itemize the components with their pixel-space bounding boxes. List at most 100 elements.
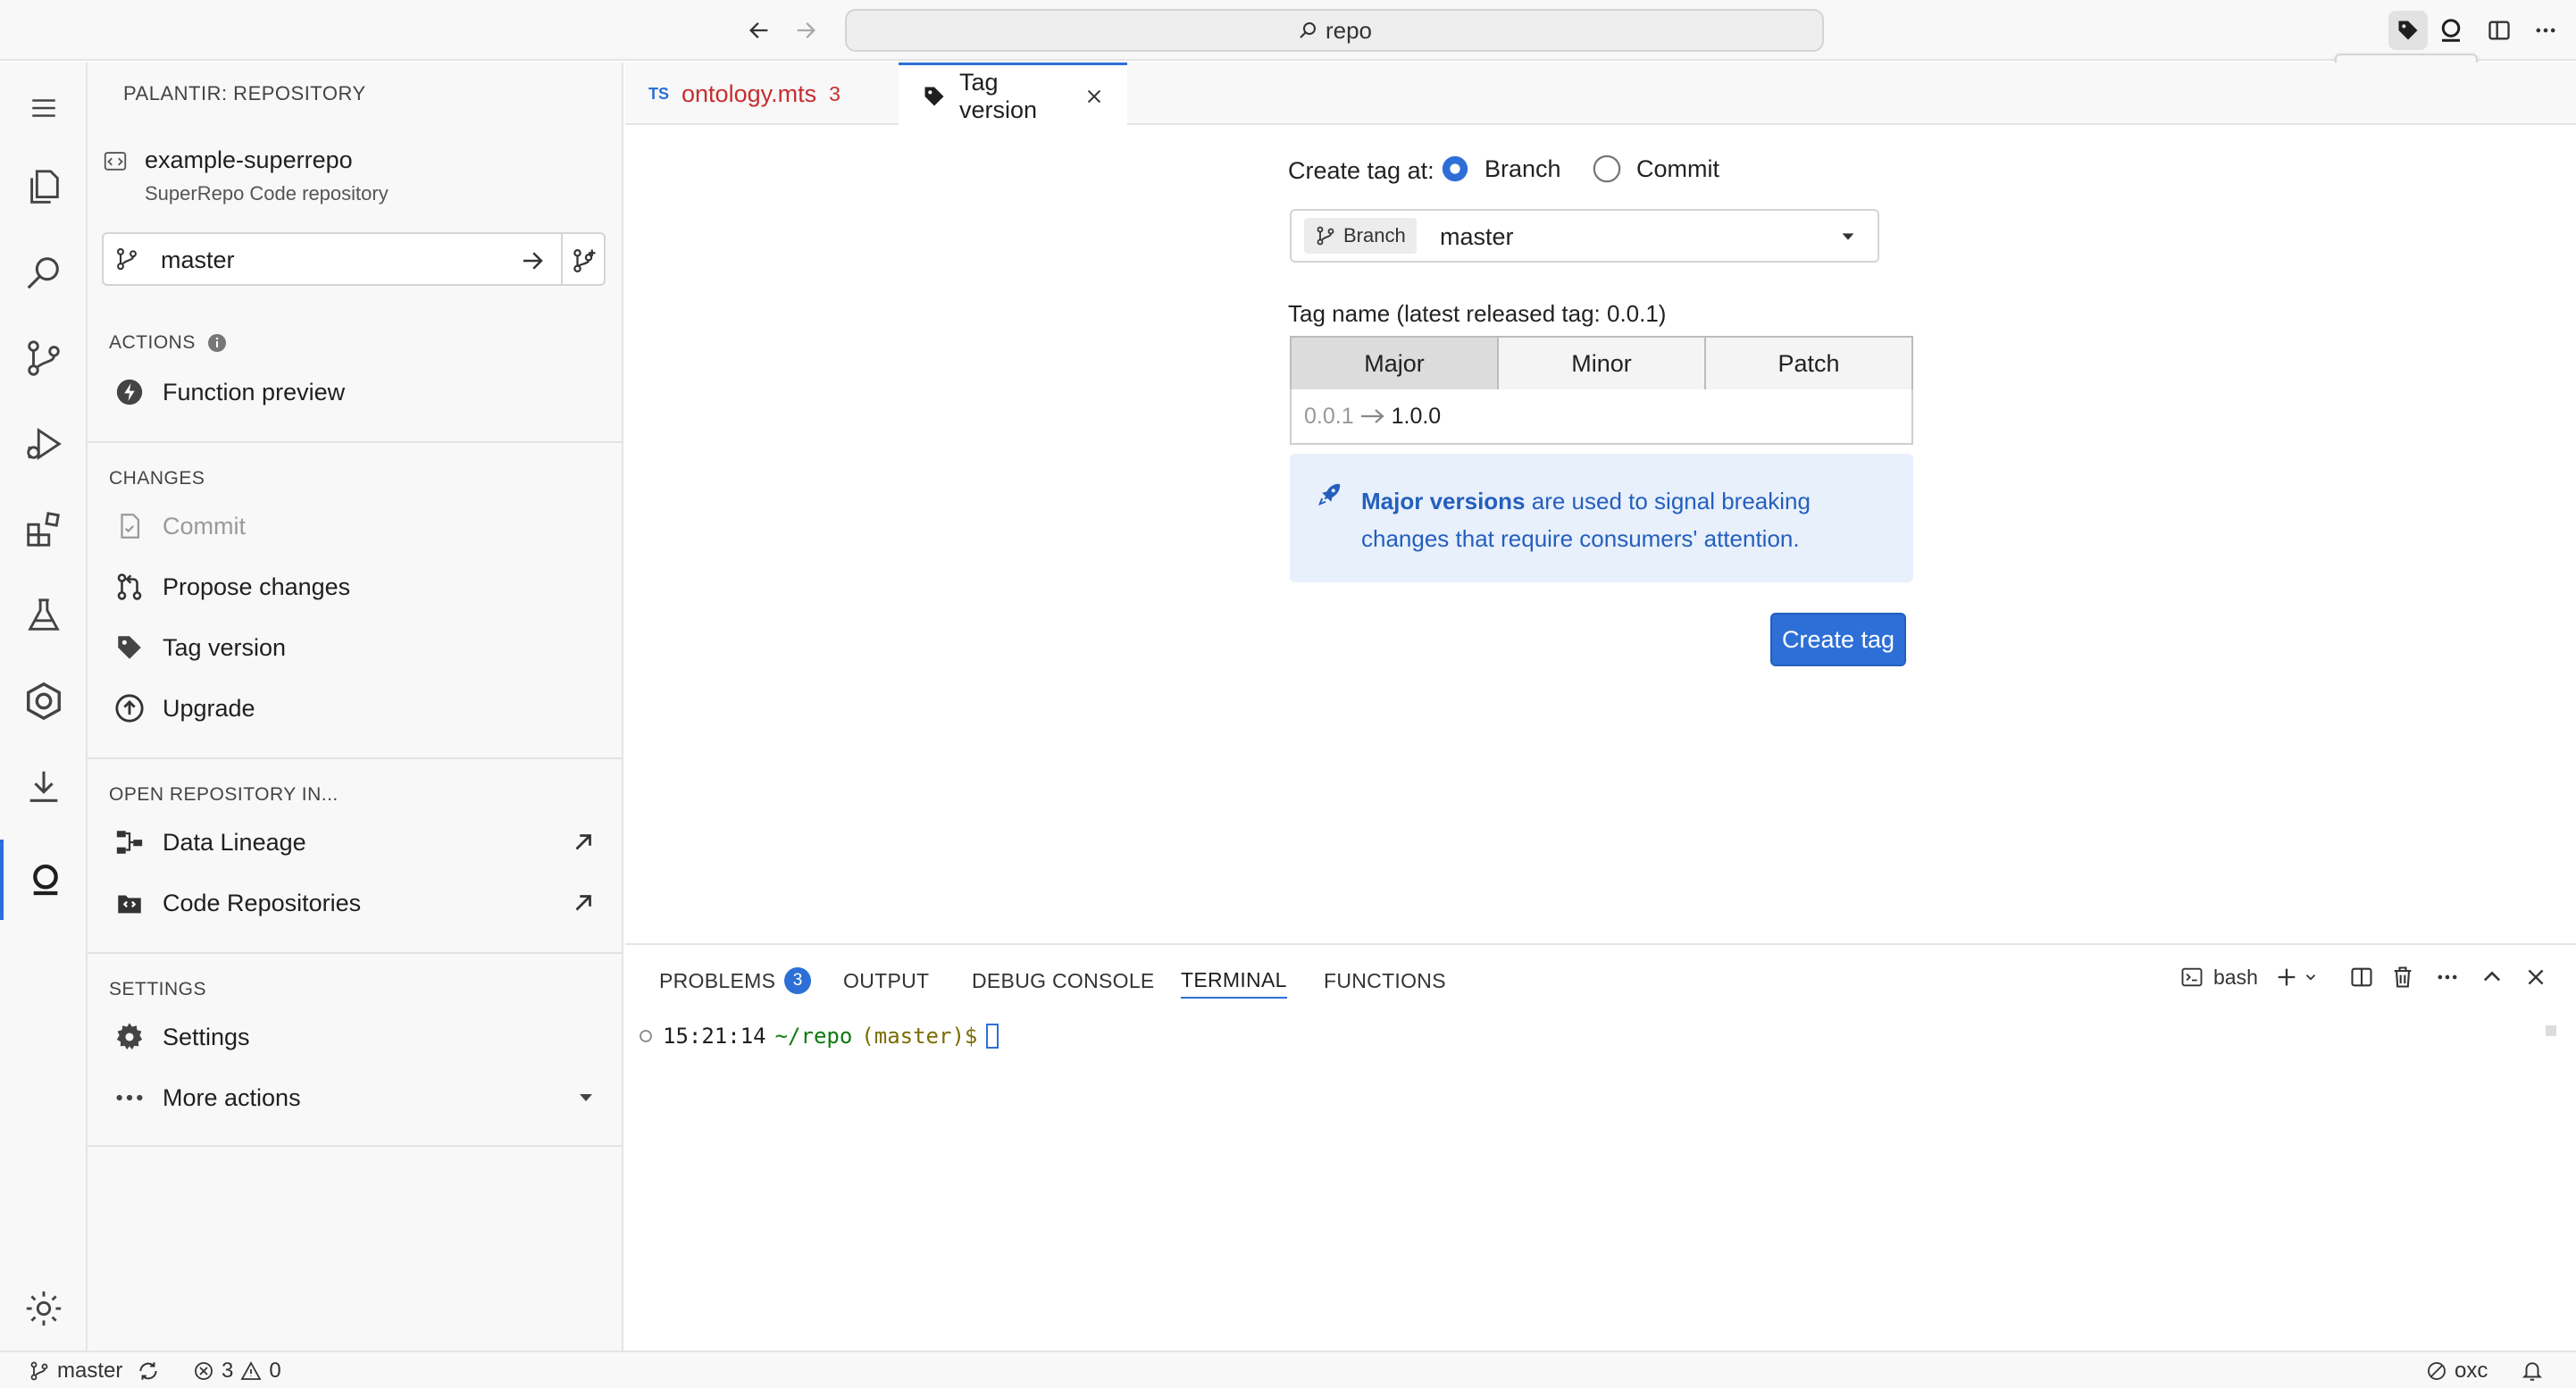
major-version-callout: Major versions are used to signal breaki… — [1290, 454, 1913, 582]
external-link-icon — [570, 890, 597, 916]
close-panel-icon[interactable] — [2524, 959, 2547, 995]
git-branch-icon — [1315, 225, 1336, 247]
tag-version-toolbar-icon[interactable] — [2388, 11, 2428, 50]
new-terminal-icon[interactable] — [2274, 959, 2319, 995]
warning-icon — [240, 1360, 262, 1382]
activity-bar — [0, 63, 88, 1350]
sidebar-title: PALANTIR: REPOSITORY — [123, 82, 366, 105]
download-icon[interactable] — [0, 747, 88, 827]
actions-section-title: ACTIONS — [109, 332, 228, 354]
search-icon[interactable] — [0, 232, 88, 313]
terminal-time: 15:21:14 — [663, 1024, 766, 1049]
panel-tab-output[interactable]: OUTPUT — [843, 963, 929, 999]
settings-gear-icon[interactable] — [0, 1268, 88, 1349]
status-branch[interactable]: master — [29, 1356, 160, 1386]
terminal-branch: (master)$ — [861, 1024, 978, 1049]
menu-icon[interactable] — [0, 68, 88, 148]
function-preview-item[interactable]: Function preview — [114, 377, 345, 407]
more-options-icon[interactable] — [2526, 11, 2565, 50]
disabled-circle-icon — [2426, 1360, 2447, 1382]
problems-badge: 3 — [784, 967, 812, 994]
command-search-box[interactable]: repo — [845, 9, 1824, 52]
notifications-bell-icon[interactable] — [2521, 1356, 2544, 1386]
code-repo-icon — [114, 888, 145, 918]
new-version: 1.0.0 — [1391, 403, 1442, 429]
radio-branch[interactable]: Branch — [1440, 154, 1561, 184]
upgrade-item[interactable]: Upgrade — [114, 693, 255, 723]
explorer-files-icon[interactable] — [0, 146, 88, 227]
run-debug-icon[interactable] — [0, 404, 88, 484]
extensions-icon[interactable] — [0, 489, 88, 570]
panel-tab-problems[interactable]: PROBLEMS 3 — [659, 963, 812, 999]
back-arrow-icon[interactable] — [741, 13, 777, 48]
create-tag-button[interactable]: Create tag — [1770, 613, 1906, 666]
branch-selector[interactable]: master — [102, 232, 606, 286]
error-icon — [193, 1360, 214, 1382]
upgrade-arrow-icon — [114, 693, 145, 723]
forward-arrow-icon[interactable] — [788, 13, 824, 48]
maximize-panel-icon[interactable] — [2480, 959, 2505, 995]
tab-tag-version[interactable]: Tag version — [899, 63, 1127, 127]
lightning-icon — [114, 377, 145, 407]
git-branch-icon — [114, 247, 139, 272]
gear-icon — [114, 1022, 145, 1052]
panel-tab-debug-console[interactable]: DEBUG CONSOLE — [972, 963, 1155, 999]
error-count: 3 — [829, 81, 841, 105]
status-oxc[interactable]: oxc — [2426, 1356, 2488, 1386]
create-branch-icon[interactable] — [566, 243, 602, 279]
tag-name-label: Tag name (latest released tag: 0.0.1) — [1288, 300, 1667, 327]
tag-icon — [922, 84, 947, 109]
panel-tab-terminal[interactable]: TERMINAL — [1181, 963, 1287, 999]
testing-flask-icon[interactable] — [0, 575, 88, 656]
code-repositories-item[interactable]: Code Repositories — [114, 888, 597, 918]
radio-commit[interactable]: Commit — [1592, 154, 1719, 184]
editor-tab-bar: TS ontology.mts 3 Tag version — [625, 63, 2576, 127]
trash-icon[interactable] — [2390, 959, 2415, 995]
branch-dropdown[interactable]: Branch master — [1290, 209, 1879, 263]
repo-code-icon — [102, 148, 129, 175]
bottom-panel: PROBLEMS 3 OUTPUT DEBUG CONSOLE TERMINAL… — [625, 943, 2576, 1350]
terminal-icon — [2179, 965, 2204, 990]
more-actions-item[interactable]: More actions — [114, 1083, 597, 1113]
settings-item[interactable]: Settings — [114, 1022, 250, 1052]
terminal-prompt-line[interactable]: 15:21:14 ~/repo (master)$ — [638, 1024, 999, 1049]
tab-ontology-mts[interactable]: TS ontology.mts 3 — [625, 63, 899, 125]
git-branch-icon — [29, 1360, 50, 1382]
palantir-activity-icon[interactable] — [0, 840, 88, 920]
arrow-right-icon — [1359, 406, 1386, 427]
go-arrow-icon[interactable] — [514, 243, 550, 279]
current-version: 0.0.1 — [1304, 403, 1354, 429]
changes-section-title: CHANGES — [109, 468, 205, 489]
commit-item[interactable]: Commit — [114, 511, 246, 541]
split-layout-icon[interactable] — [2480, 11, 2519, 50]
lineage-icon — [114, 827, 145, 857]
panel-tab-functions[interactable]: FUNCTIONS — [1324, 963, 1446, 999]
data-lineage-item[interactable]: Data Lineage — [114, 827, 597, 857]
source-control-icon[interactable] — [0, 318, 88, 398]
typescript-icon: TS — [648, 84, 670, 103]
close-tab-icon[interactable] — [1084, 87, 1104, 106]
segment-major[interactable]: Major — [1290, 336, 1499, 391]
tag-version-item[interactable]: Tag version — [114, 632, 286, 663]
terminal-cursor — [986, 1024, 999, 1049]
rocket-icon — [1317, 481, 1343, 507]
segment-patch[interactable]: Patch — [1706, 336, 1913, 391]
info-icon[interactable] — [206, 332, 228, 354]
palantir-icon[interactable] — [2431, 11, 2471, 50]
branch-chip: Branch — [1304, 218, 1417, 254]
version-segment-control: Major Minor Patch — [1290, 336, 1913, 391]
terminal-shell-selector[interactable]: bash — [2179, 959, 2258, 995]
propose-changes-item[interactable]: Propose changes — [114, 572, 350, 602]
terminal-scrollbar[interactable] — [2546, 1025, 2556, 1036]
search-text: repo — [1325, 16, 1373, 44]
hexagon-icon[interactable] — [0, 661, 88, 741]
more-options-icon[interactable] — [2435, 959, 2460, 995]
status-bar: master 3 0 oxc — [0, 1350, 2576, 1388]
sync-icon[interactable] — [137, 1359, 160, 1383]
segment-minor[interactable]: Minor — [1499, 336, 1706, 391]
create-tag-at-label: Create tag at: — [1288, 157, 1434, 184]
repo-subtitle: SuperRepo Code repository — [145, 182, 389, 205]
split-terminal-icon[interactable] — [2349, 959, 2374, 995]
status-problems[interactable]: 3 0 — [193, 1356, 281, 1386]
title-bar: repo — [0, 0, 2576, 61]
